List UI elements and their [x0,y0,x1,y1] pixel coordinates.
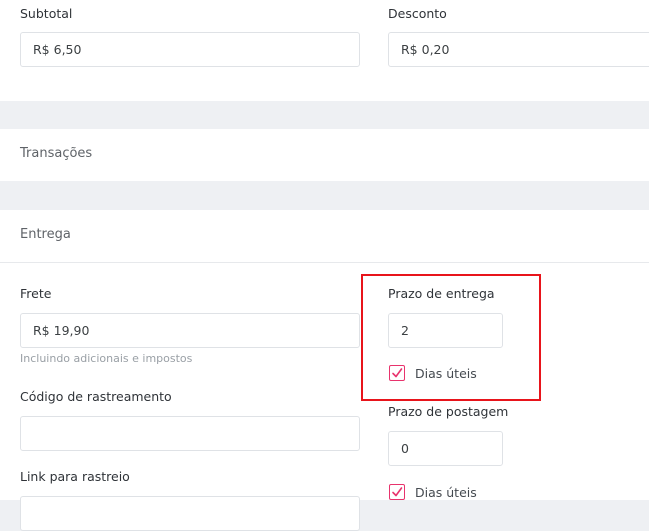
tracking-code-label: Código de rastreamento [20,389,172,404]
posting-time-label: Prazo de postagem [388,404,509,419]
checkmark-icon [392,487,403,497]
delivery-panel: Entrega Frete R$ 19,90 Incluindo adicion… [0,210,649,531]
posting-business-days-checkbox[interactable] [389,484,405,500]
posting-business-days-label[interactable]: Dias úteis [415,485,477,501]
subtotal-label: Subtotal [20,6,73,21]
tracking-link-field[interactable] [20,496,360,531]
shipping-field[interactable]: R$ 19,90 [20,313,360,348]
transactions-panel[interactable]: Transações [0,129,649,181]
transactions-title[interactable]: Transações [20,146,92,162]
summary-panel: Subtotal R$ 6,50 Desconto R$ 0,20 [0,0,649,101]
posting-time-field[interactable]: 0 [388,431,503,466]
shipping-helper-text: Incluindo adicionais e impostos [20,352,193,365]
annotation-highlight-box [361,274,541,401]
delivery-header-divider [0,262,649,263]
subtotal-field[interactable]: R$ 6,50 [20,32,360,67]
tracking-code-field[interactable] [20,416,360,451]
delivery-title: Entrega [20,227,71,242]
discount-label: Desconto [388,6,447,21]
tracking-link-label: Link para rastreio [20,469,130,484]
shipping-label: Frete [20,286,52,301]
discount-field[interactable]: R$ 0,20 [388,32,649,67]
